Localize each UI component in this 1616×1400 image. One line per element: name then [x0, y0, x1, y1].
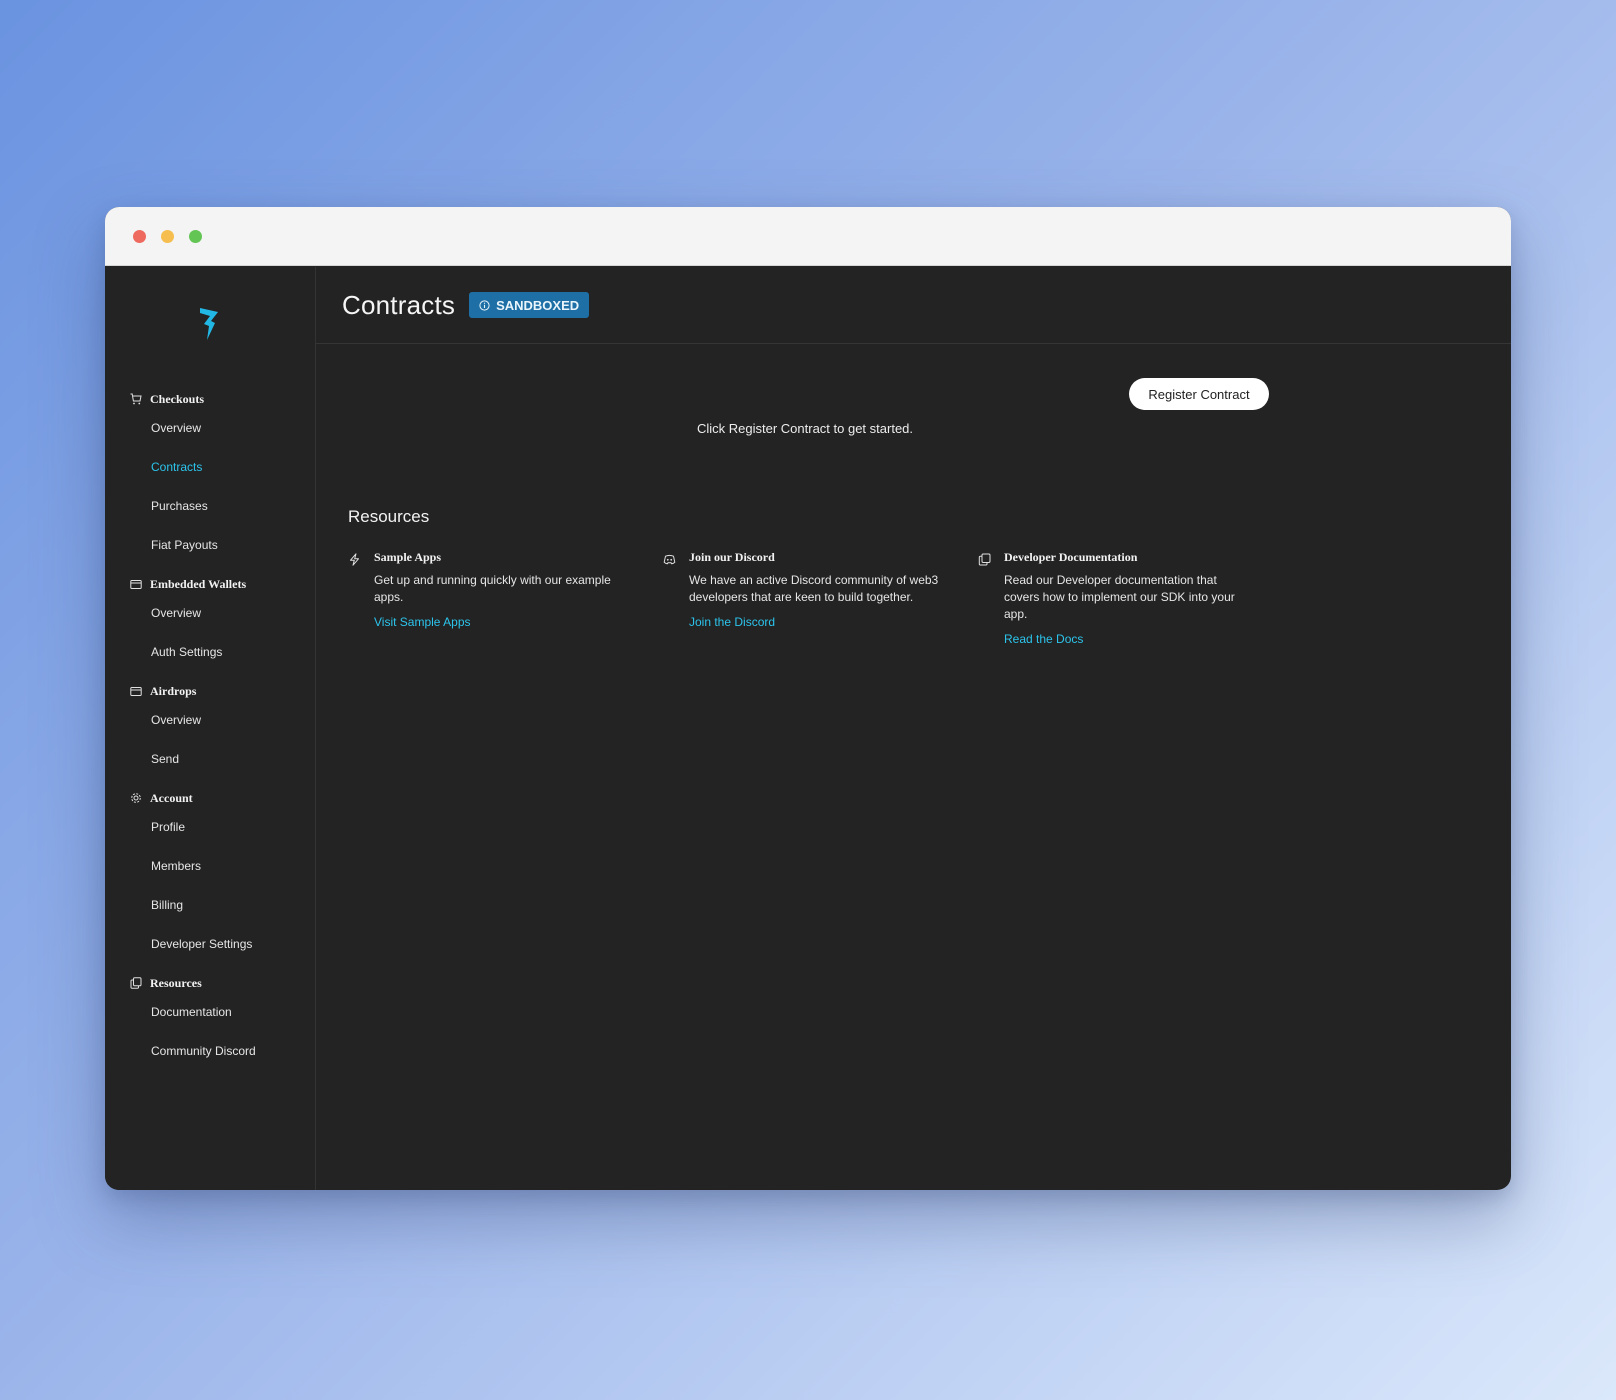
- card-body: Developer Documentation Read our Develop…: [1004, 550, 1254, 648]
- sidebar-item-members[interactable]: Members: [105, 856, 315, 895]
- join-discord-link[interactable]: Join the Discord: [689, 615, 775, 629]
- title-bar: [105, 207, 1511, 266]
- resource-card-developer-docs: Developer Documentation Read our Develop…: [978, 550, 1293, 648]
- sidebar: Checkouts Overview Contracts Purchases F…: [105, 267, 316, 1190]
- main-content: Contracts SANDBOXED Register Contract Cl…: [316, 267, 1511, 1190]
- section-label: Checkouts: [150, 391, 205, 406]
- card-body: Join our Discord We have an active Disco…: [689, 550, 939, 648]
- sidebar-item-wallets-overview[interactable]: Overview: [105, 603, 315, 642]
- minimize-window-button[interactable]: [161, 229, 174, 243]
- discord-icon: [663, 553, 676, 566]
- register-contract-button[interactable]: Register Contract: [1129, 378, 1269, 410]
- app-window: Checkouts Overview Contracts Purchases F…: [105, 207, 1511, 1190]
- card-description: Read our Developer documentation that co…: [1004, 573, 1235, 621]
- sidebar-item-airdrops-overview[interactable]: Overview: [105, 710, 315, 749]
- section-label: Account: [150, 790, 193, 805]
- card-title: Sample Apps: [374, 550, 442, 564]
- card-description: We have an active Discord community of w…: [689, 573, 939, 604]
- badge-label: SANDBOXED: [496, 297, 580, 313]
- maximize-window-button[interactable]: [189, 229, 202, 243]
- sidebar-item-developer-settings[interactable]: Developer Settings: [105, 934, 315, 973]
- sidebar-nav: Checkouts Overview Contracts Purchases F…: [105, 389, 315, 1080]
- section-heading-account: Account: [105, 788, 315, 808]
- card-title: Developer Documentation: [1004, 550, 1138, 564]
- sidebar-item-purchases[interactable]: Purchases: [105, 496, 315, 535]
- info-icon: [479, 299, 490, 311]
- nav-section-checkouts: Checkouts Overview Contracts Purchases F…: [105, 389, 315, 574]
- section-heading-checkouts: Checkouts: [105, 389, 315, 409]
- wallet-icon: [130, 578, 142, 590]
- card-body: Sample Apps Get up and running quickly w…: [374, 550, 624, 648]
- section-heading-embedded-wallets: Embedded Wallets: [105, 574, 315, 594]
- card-title: Join our Discord: [689, 550, 775, 564]
- sidebar-item-billing[interactable]: Billing: [105, 895, 315, 934]
- resource-cards: Sample Apps Get up and running quickly w…: [348, 550, 1293, 648]
- section-heading-resources: Resources: [105, 973, 315, 993]
- read-docs-link[interactable]: Read the Docs: [1004, 632, 1083, 646]
- sidebar-item-profile[interactable]: Profile: [105, 817, 315, 856]
- page-title: Contracts: [342, 289, 456, 320]
- section-label: Embedded Wallets: [150, 576, 247, 591]
- app-body: Checkouts Overview Contracts Purchases F…: [105, 267, 1511, 1190]
- logo-icon: [200, 308, 218, 340]
- resource-card-discord: Join our Discord We have an active Disco…: [663, 550, 978, 648]
- gear-icon: [130, 792, 142, 804]
- sidebar-item-contracts[interactable]: Contracts: [105, 457, 315, 496]
- nav-section-resources: Resources Documentation Community Discor…: [105, 973, 315, 1080]
- visit-sample-apps-link[interactable]: Visit Sample Apps: [374, 615, 471, 629]
- section-label: Airdrops: [150, 683, 197, 698]
- sidebar-item-checkouts-overview[interactable]: Overview: [105, 418, 315, 457]
- sidebar-item-send[interactable]: Send: [105, 749, 315, 788]
- card-description: Get up and running quickly with our exam…: [374, 573, 611, 604]
- sidebar-item-fiat-payouts[interactable]: Fiat Payouts: [105, 535, 315, 574]
- bolt-icon: [348, 553, 361, 566]
- nav-section-embedded-wallets: Embedded Wallets Overview Auth Settings: [105, 574, 315, 681]
- box-icon: [130, 685, 142, 697]
- empty-state-message: Click Register Contract to get started.: [696, 421, 914, 436]
- nav-section-account: Account Profile Members Billing Develope…: [105, 788, 315, 973]
- copy-icon: [978, 553, 991, 566]
- section-label: Resources: [150, 975, 202, 990]
- resource-card-sample-apps: Sample Apps Get up and running quickly w…: [348, 550, 663, 648]
- sidebar-item-community-discord[interactable]: Community Discord: [105, 1041, 315, 1080]
- nav-section-airdrops: Airdrops Overview Send: [105, 681, 315, 788]
- page-header: Contracts SANDBOXED: [316, 267, 1511, 344]
- brand-logo[interactable]: [198, 307, 220, 341]
- copy-icon: [130, 977, 142, 989]
- close-window-button[interactable]: [133, 229, 146, 243]
- sidebar-item-auth-settings[interactable]: Auth Settings: [105, 642, 315, 681]
- resources-heading: Resources: [348, 507, 430, 526]
- sidebar-item-documentation[interactable]: Documentation: [105, 1002, 315, 1041]
- sandboxed-badge: SANDBOXED: [469, 292, 590, 318]
- section-heading-airdrops: Airdrops: [105, 681, 315, 701]
- cart-icon: [130, 393, 142, 405]
